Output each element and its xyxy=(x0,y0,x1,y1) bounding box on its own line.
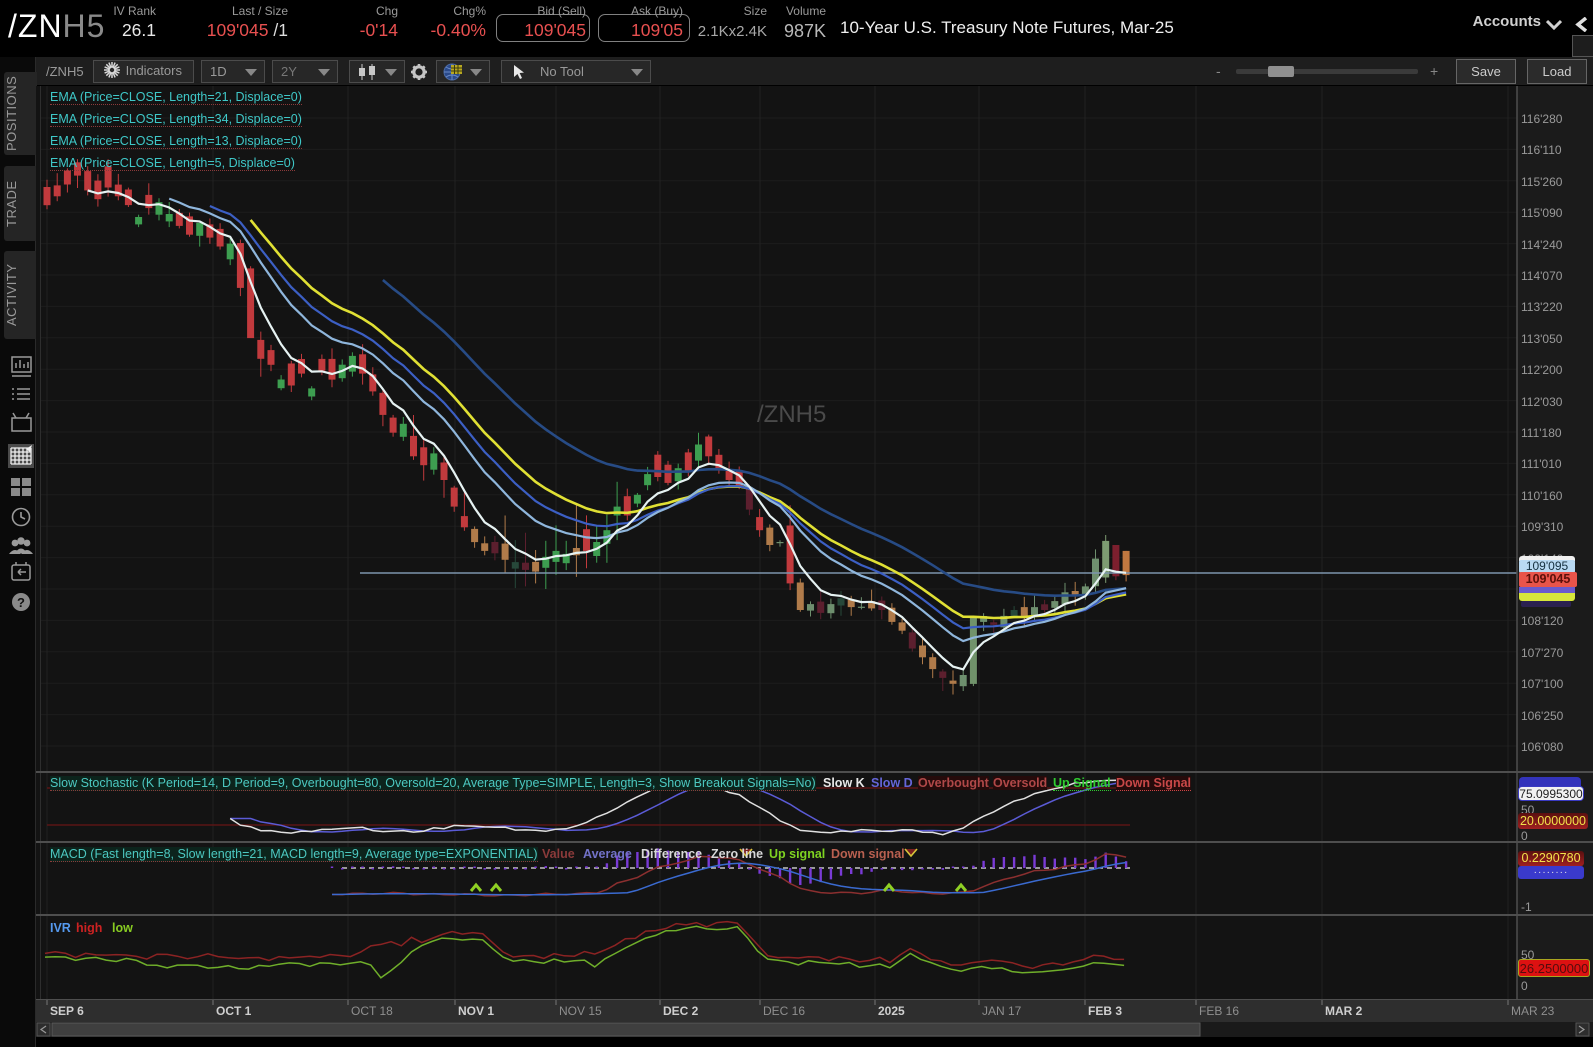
svg-text:NOV 15: NOV 15 xyxy=(559,1004,602,1018)
svg-text:OCT 1: OCT 1 xyxy=(216,1004,252,1018)
svg-text:SEP 6: SEP 6 xyxy=(50,1004,84,1018)
svg-text:MAR 23: MAR 23 xyxy=(1511,1004,1555,1018)
svg-text:FEB 3: FEB 3 xyxy=(1088,1004,1122,1018)
svg-text:/ZNH5: /ZNH5 xyxy=(757,401,826,428)
svg-text:MAR 2: MAR 2 xyxy=(1325,1004,1363,1018)
svg-text:NOV 1: NOV 1 xyxy=(458,1004,494,1018)
svg-text:DEC 16: DEC 16 xyxy=(763,1004,805,1018)
svg-text:FEB 16: FEB 16 xyxy=(1199,1004,1239,1018)
svg-text:JAN 17: JAN 17 xyxy=(982,1004,1022,1018)
svg-text:DEC 2: DEC 2 xyxy=(663,1004,699,1018)
svg-text:OCT 18: OCT 18 xyxy=(351,1004,393,1018)
svg-text:2025: 2025 xyxy=(878,1004,905,1018)
